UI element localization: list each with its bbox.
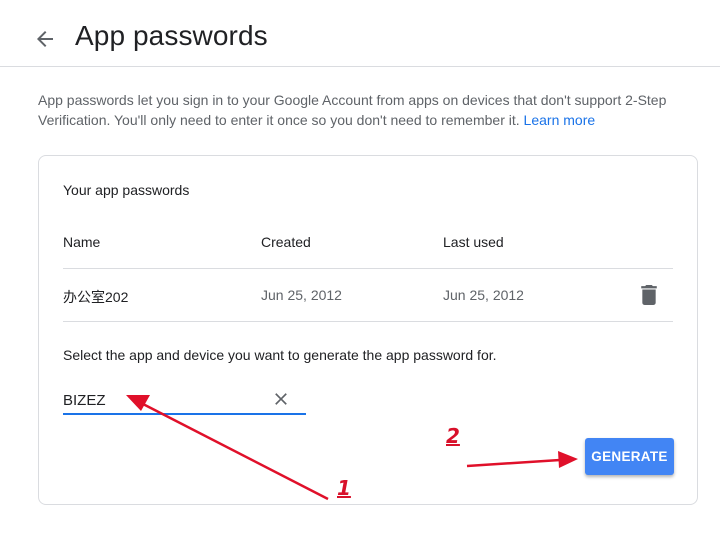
annotation-marker-2: 2: [446, 424, 460, 448]
row-name: 办公室202: [63, 289, 129, 305]
learn-more-link[interactable]: Learn more: [524, 112, 596, 128]
column-header-last-used: Last used: [443, 234, 504, 250]
card-title: Your app passwords: [63, 182, 190, 198]
generate-button[interactable]: GENERATE: [585, 438, 674, 475]
header-divider: [63, 268, 673, 269]
row-divider: [63, 321, 673, 322]
page-header: App passwords: [0, 0, 720, 67]
arrow-left-icon[interactable]: [33, 27, 57, 51]
page-title: App passwords: [75, 20, 268, 51]
trash-icon[interactable]: [640, 285, 658, 305]
row-created: Jun 25, 2012: [261, 287, 342, 303]
column-header-name: Name: [63, 234, 101, 250]
app-name-field: [63, 385, 306, 415]
column-header-created: Created: [261, 234, 311, 250]
intro-paragraph: App passwords let you sign in to your Go…: [38, 90, 688, 130]
app-name-input[interactable]: [63, 389, 263, 411]
select-app-label: Select the app and device you want to ge…: [63, 347, 497, 363]
annotation-marker-1: 1: [337, 476, 351, 500]
app-passwords-card: Your app passwords Name Created Last use…: [38, 155, 698, 505]
row-last-used: Jun 25, 2012: [443, 287, 524, 303]
close-icon[interactable]: [271, 389, 291, 409]
